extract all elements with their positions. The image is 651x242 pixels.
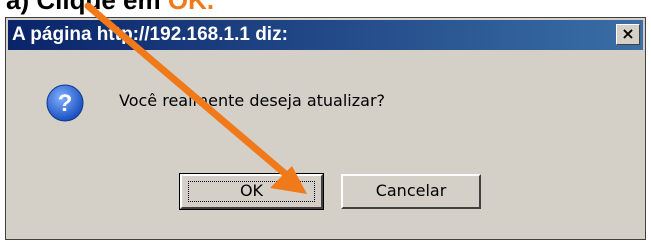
annotation-arrow xyxy=(84,2,307,194)
